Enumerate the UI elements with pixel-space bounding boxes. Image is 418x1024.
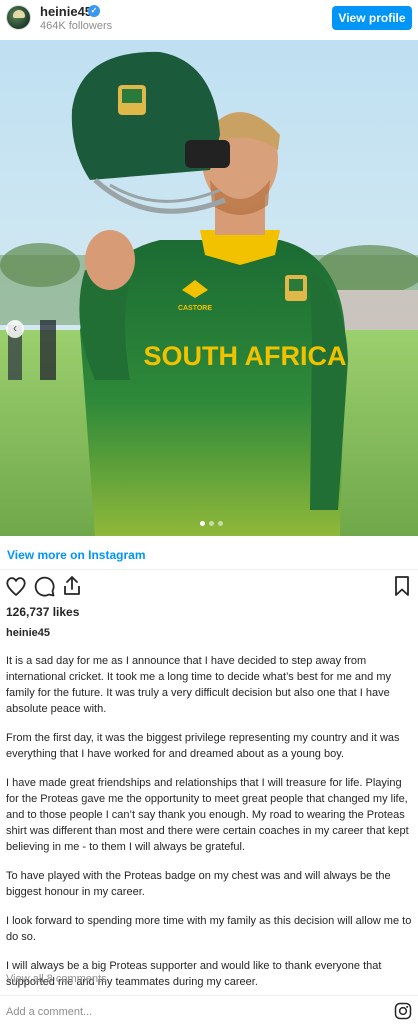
post-header: heinie45 ✓ 464K followers View profile	[0, 0, 418, 40]
carousel-dot	[209, 521, 214, 526]
post-photo-illustration: SOUTH AFRICA CASTORE	[0, 40, 418, 536]
add-comment-input[interactable]: Add a comment...	[6, 1006, 92, 1018]
carousel-dots	[200, 521, 223, 527]
verified-icon: ✓	[88, 5, 100, 17]
followers-count: 464K followers	[40, 20, 113, 32]
caption-username[interactable]: heinie45	[6, 627, 50, 639]
caption-paragraph: It is a sad day for me as I announce tha…	[6, 655, 391, 715]
carousel-dot	[218, 521, 223, 526]
caption: It is a sad day for me as I announce tha…	[6, 653, 412, 1003]
view-comments-link[interactable]: View all 8 comments	[6, 973, 107, 985]
action-bar	[0, 574, 418, 604]
share-icon[interactable]	[60, 574, 84, 598]
divider	[0, 995, 418, 996]
chevron-left-icon[interactable]: ‹	[6, 320, 24, 338]
caption-paragraph: From the first day, it was the biggest p…	[6, 732, 400, 760]
instagram-icon[interactable]	[394, 1002, 412, 1020]
username[interactable]: heinie45	[40, 4, 92, 19]
divider	[0, 569, 418, 570]
view-more-link[interactable]: View more on Instagram	[7, 548, 146, 562]
caption-paragraph: I look forward to spending more time wit…	[6, 915, 412, 943]
likes-count[interactable]: 126,737 likes	[6, 605, 79, 619]
caption-paragraph: I have made great friendships and relati…	[6, 777, 409, 853]
shirt-text: SOUTH AFRICA	[144, 341, 347, 371]
carousel-dot	[200, 521, 205, 526]
bookmark-icon[interactable]	[390, 574, 414, 598]
brand-text: CASTORE	[178, 305, 212, 312]
avatar[interactable]	[6, 5, 31, 30]
post-photo[interactable]: SOUTH AFRICA CASTORE ‹	[0, 40, 418, 536]
caption-paragraph: To have played with the Proteas badge on…	[6, 870, 391, 898]
comment-icon[interactable]	[32, 574, 56, 598]
view-profile-button[interactable]: View profile	[332, 6, 412, 30]
heart-icon[interactable]	[4, 574, 28, 598]
